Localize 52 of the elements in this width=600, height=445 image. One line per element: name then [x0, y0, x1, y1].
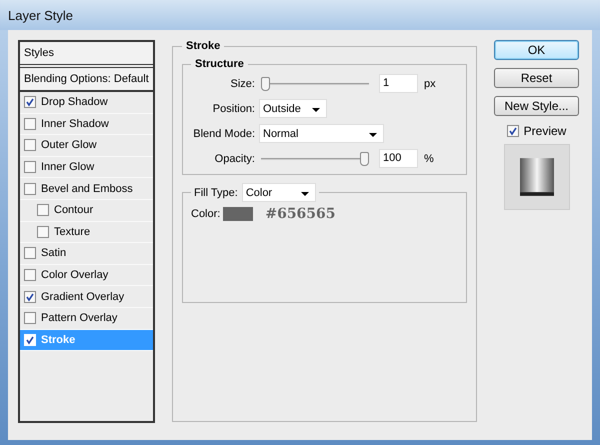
checkbox[interactable]	[24, 312, 36, 324]
dialog-button[interactable]: OK	[494, 40, 579, 60]
field-label: Blend Mode:	[192, 128, 256, 140]
style-item[interactable]: Outer Glow	[20, 135, 153, 157]
color-code: #656565	[265, 206, 336, 222]
dropdown[interactable]: Color	[242, 183, 316, 202]
checkbox[interactable]	[24, 182, 36, 195]
unit-label: px	[424, 78, 436, 90]
style-item[interactable]: Texture	[20, 222, 153, 244]
style-item[interactable]: Satin	[20, 243, 153, 265]
dialog-button[interactable]: Reset	[494, 68, 579, 88]
checkbox[interactable]	[24, 118, 36, 130]
field-label: Fill Type:	[194, 186, 238, 198]
style-item[interactable]: Contour	[20, 200, 153, 222]
color-swatch[interactable]	[223, 207, 254, 221]
checkbox[interactable]	[24, 247, 36, 260]
slider-thumb[interactable]	[261, 76, 270, 90]
style-item[interactable]: Inner Shadow	[20, 114, 153, 136]
caret-icon	[300, 192, 309, 196]
dropdown[interactable]: Normal	[259, 124, 384, 143]
field-label: Color:	[191, 208, 220, 220]
checkbox[interactable]	[37, 226, 49, 238]
checkbox[interactable]	[37, 204, 49, 216]
window-title: Layer Style	[8, 8, 74, 22]
caret-icon	[312, 108, 320, 112]
group-title: Structure	[194, 58, 245, 70]
style-item[interactable]: Gradient Overlay	[20, 286, 153, 308]
number-field[interactable]: 1	[379, 74, 418, 93]
checkbox[interactable]	[24, 96, 36, 108]
style-item[interactable]: Inner Glow	[20, 156, 153, 178]
style-item[interactable]: Drop Shadow	[20, 92, 153, 114]
checkbox[interactable]	[24, 290, 36, 303]
checkbox[interactable]	[24, 161, 36, 174]
styles-header[interactable]: Styles	[20, 42, 153, 68]
dialog-button[interactable]: New Style...	[494, 96, 579, 116]
blending-options-item[interactable]: Blending Options: Default	[20, 68, 153, 92]
unit-label: %	[424, 152, 434, 164]
field-label: Opacity:	[214, 152, 256, 164]
slider-thumb[interactable]	[360, 152, 369, 166]
field-label: Position:	[212, 102, 256, 114]
preview-label: Preview	[524, 124, 566, 138]
checkbox[interactable]	[506, 125, 519, 137]
style-item[interactable]: Bevel and Emboss	[20, 178, 153, 200]
number-field[interactable]: 100	[379, 149, 418, 168]
field-label: Size:	[230, 78, 256, 90]
style-item[interactable]: Color Overlay	[20, 264, 153, 286]
cylinder-icon	[520, 158, 554, 196]
group-title: Stroke	[185, 40, 222, 52]
checkbox[interactable]	[24, 139, 36, 152]
dropdown[interactable]: Outside	[259, 99, 327, 118]
caret-icon	[369, 133, 377, 137]
checkbox[interactable]	[24, 269, 36, 282]
